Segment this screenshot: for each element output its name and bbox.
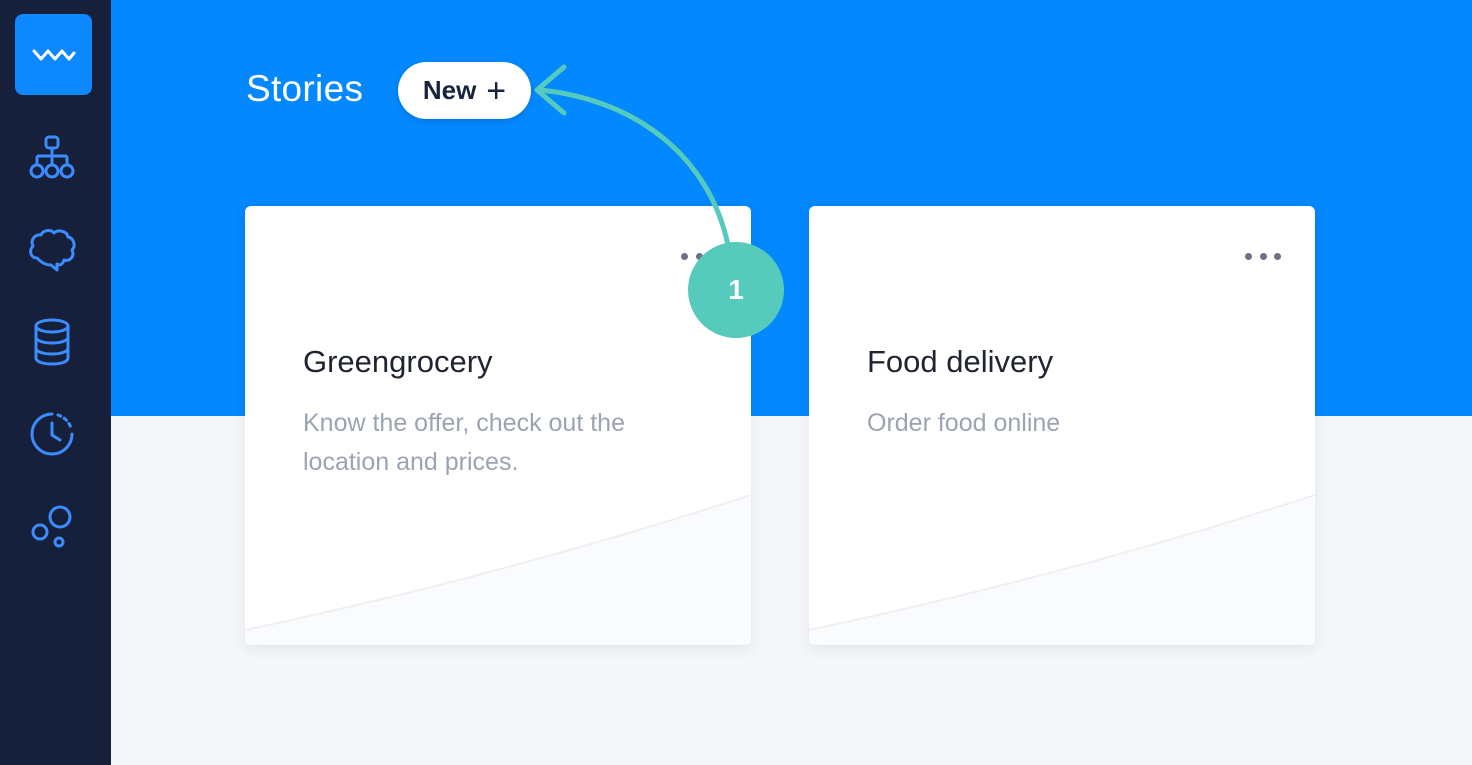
story-description: Know the offer, check out the location a… xyxy=(303,409,625,476)
more-options-icon[interactable] xyxy=(1245,246,1281,266)
bubbles-icon xyxy=(31,505,72,548)
history-icon xyxy=(30,412,74,456)
card-decoration xyxy=(245,495,751,645)
database-icon xyxy=(34,318,70,366)
logo-button[interactable] xyxy=(15,14,92,95)
sidebar-item-stories[interactable] xyxy=(20,128,84,188)
new-button-label: New xyxy=(422,75,477,105)
story-description: Order food online xyxy=(867,409,1061,437)
plus-icon: + xyxy=(486,71,507,110)
new-story-button[interactable]: New + xyxy=(398,62,531,119)
sidebar-item-history[interactable] xyxy=(20,404,84,464)
sidebar-item-integrations[interactable] xyxy=(20,496,84,556)
sidebar-item-training[interactable] xyxy=(20,220,84,280)
story-title: Greengrocery xyxy=(303,344,493,379)
sitemap-icon xyxy=(29,135,75,179)
sidebar xyxy=(0,0,111,765)
chatbot-logo-icon xyxy=(32,49,75,60)
page-title: Stories xyxy=(246,68,364,109)
sidebar-item-data[interactable] xyxy=(20,312,84,372)
card-decoration xyxy=(809,495,1315,645)
story-card[interactable]: Greengrocery Know the offer, check out t… xyxy=(245,206,751,645)
story-card[interactable]: Food delivery Order food online xyxy=(809,206,1315,645)
story-title: Food delivery xyxy=(867,344,1054,379)
step-badge: 1 xyxy=(688,242,784,338)
brain-icon xyxy=(29,229,76,272)
